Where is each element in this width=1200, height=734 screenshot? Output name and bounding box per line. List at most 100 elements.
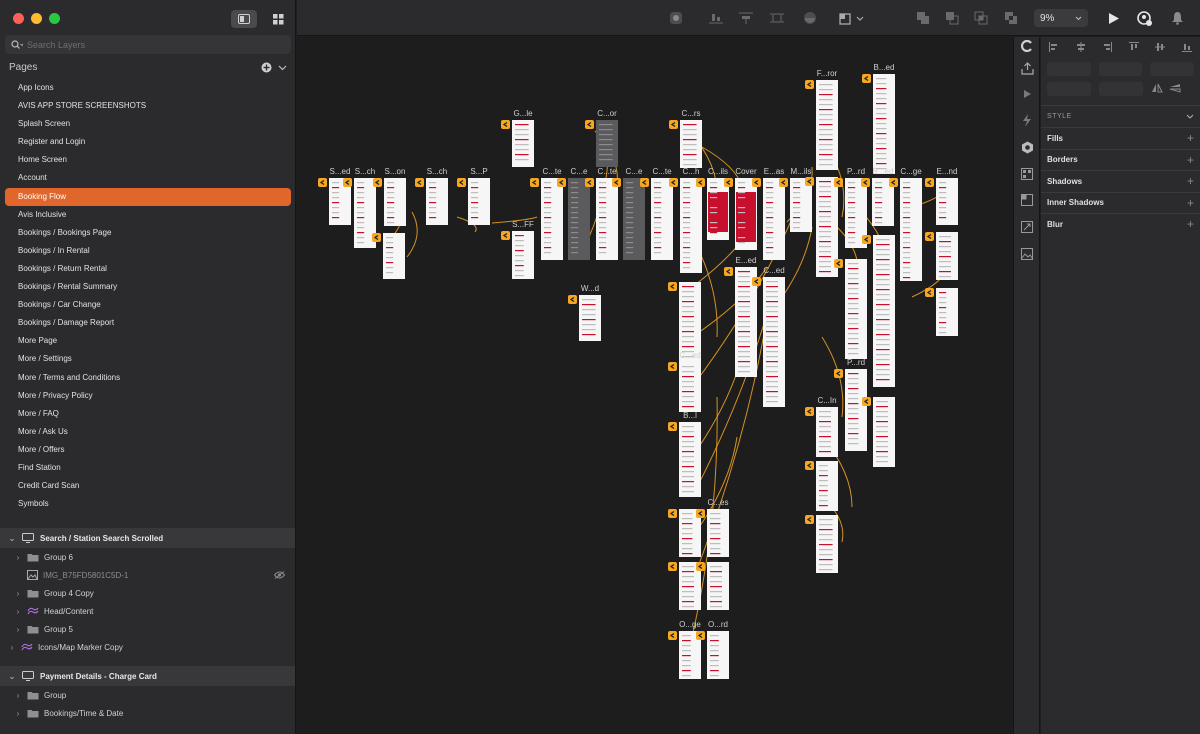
artboard-thumbnail[interactable] — [845, 259, 867, 359]
flow-hotspot-marker[interactable] — [779, 178, 788, 187]
flow-hotspot-marker[interactable] — [752, 178, 761, 187]
design-canvas[interactable]: S...ed S...ch S...on S...ch S...P G...le C...o… — [297, 37, 1013, 734]
add-page-icon[interactable] — [261, 62, 272, 73]
chevron-right-icon[interactable]: › — [14, 625, 22, 634]
flow-hotspot-marker[interactable] — [585, 120, 594, 129]
flow-hotspot-marker[interactable] — [668, 362, 677, 371]
page-item[interactable]: More / Settings — [5, 350, 291, 368]
align-bottom-icon[interactable] — [1181, 42, 1192, 52]
flow-hotspot-marker[interactable] — [805, 515, 814, 524]
artboard-thumbnail[interactable] — [735, 178, 757, 250]
artboard-thumbnail[interactable] — [707, 509, 729, 557]
layer-list-view-icon[interactable] — [231, 10, 257, 28]
rotation-field[interactable] — [1150, 62, 1195, 76]
page-item[interactable]: Bookings / Car Change — [5, 296, 291, 314]
mask-icon[interactable] — [802, 10, 818, 26]
chevron-down-icon[interactable] — [852, 11, 868, 27]
flow-hotspot-marker[interactable] — [834, 369, 843, 378]
page-item[interactable]: Find Station — [5, 459, 291, 477]
flow-hotspot-marker[interactable] — [925, 178, 934, 187]
chevron-down-icon[interactable]: ⌄ — [8, 534, 16, 543]
zoom-level-select[interactable]: 9% — [1034, 9, 1088, 27]
page-item[interactable]: Bookings / In Rental — [5, 242, 291, 260]
flow-hotspot-marker[interactable] — [805, 80, 814, 89]
flow-hotspot-marker[interactable] — [696, 509, 705, 518]
artboard-thumbnail[interactable] — [596, 120, 618, 167]
cloud-user-icon[interactable] — [1136, 10, 1152, 26]
chevron-right-icon[interactable]: › — [14, 691, 22, 700]
artboard-thumbnail[interactable] — [707, 178, 729, 240]
artboard-layer[interactable]: ⌄ Search / Station Search Scrolled — [0, 528, 295, 548]
x-position-field[interactable] — [1047, 62, 1091, 76]
flow-hotspot-marker[interactable] — [640, 178, 649, 187]
artboard-thumbnail[interactable] — [936, 178, 958, 225]
flow-hotspot-marker[interactable] — [862, 74, 871, 83]
flow-hotspot-marker[interactable] — [668, 509, 677, 518]
page-item[interactable]: Home Screen — [5, 151, 291, 169]
align-left-icon[interactable] — [1049, 42, 1059, 52]
layer-row[interactable]: › Bookings/Time & Date — [0, 704, 295, 722]
flow-hotspot-marker[interactable] — [669, 178, 678, 187]
flow-hotspot-marker[interactable] — [557, 178, 566, 187]
transform-icon[interactable] — [1020, 220, 1034, 234]
style-row-fills[interactable]: Fills + — [1041, 127, 1200, 149]
y-position-field[interactable] — [1098, 62, 1143, 76]
flow-hotspot-marker[interactable] — [373, 178, 382, 187]
artboard-overview[interactable]: S...ed S...ch S...on S...ch S...P G...le C...o… — [297, 37, 1013, 734]
zoom-window-button[interactable] — [49, 13, 60, 24]
add-plus-icon[interactable]: + — [1187, 174, 1194, 188]
chevron-down-icon[interactable]: ⌄ — [8, 672, 16, 681]
add-plus-icon[interactable]: + — [1187, 196, 1194, 210]
flip-vertical-icon[interactable] — [1169, 83, 1181, 96]
close-window-button[interactable] — [13, 13, 24, 24]
artboard-thumbnail[interactable] — [873, 74, 895, 174]
artboard-thumbnail[interactable] — [426, 178, 448, 225]
artboard-thumbnail[interactable] — [816, 515, 838, 573]
style-row-blur[interactable]: Blur + — [1041, 213, 1200, 235]
layer-row[interactable]: › Group 4 Copy — [0, 584, 295, 602]
chevron-right-icon[interactable]: › — [14, 553, 22, 562]
layer-row[interactable]: › Group 6 — [0, 548, 295, 566]
width-field[interactable] — [1047, 82, 1091, 96]
artboard-thumbnail[interactable] — [763, 277, 785, 407]
flow-hotspot-marker[interactable] — [696, 178, 705, 187]
artboard-thumbnail[interactable] — [623, 178, 645, 260]
bolt-icon[interactable] — [1020, 113, 1034, 127]
artboard-thumbnail[interactable] — [579, 295, 601, 341]
flow-hotspot-marker[interactable] — [724, 178, 733, 187]
notifications-bell-icon[interactable] — [1169, 10, 1185, 26]
flow-hotspot-marker[interactable] — [668, 282, 677, 291]
chevron-right-icon[interactable]: › — [14, 589, 22, 598]
search-layers-input[interactable] — [27, 39, 267, 50]
align-bottom-icon[interactable] — [708, 10, 724, 26]
page-item[interactable]: Symbols — [5, 495, 291, 513]
flow-hotspot-marker[interactable] — [752, 277, 761, 286]
layer-row[interactable]: › Group 5 — [0, 620, 295, 638]
layer-row[interactable]: › Icons/Map Marker Copy — [0, 638, 295, 656]
hidden-eye-icon[interactable] — [274, 571, 285, 579]
artboard-thumbnail[interactable] — [383, 233, 405, 279]
subtract-icon[interactable] — [944, 10, 960, 26]
artboard-thumbnail[interactable] — [816, 407, 838, 457]
page-item[interactable]: Bookings / Bookings Page — [5, 224, 291, 242]
artboard-layer[interactable]: ⌄ Payment Details - Charge Card — [0, 666, 295, 686]
artboard-thumbnail[interactable] — [936, 232, 958, 280]
flow-hotspot-marker[interactable] — [530, 178, 539, 187]
add-plus-icon[interactable]: + — [1187, 153, 1194, 167]
flow-hotspot-marker[interactable] — [925, 232, 934, 241]
chevron-right-icon[interactable]: › — [14, 709, 22, 718]
artboard-thumbnail[interactable] — [679, 422, 701, 497]
flow-hotspot-marker[interactable] — [889, 178, 898, 187]
artboard-thumbnail[interactable] — [763, 178, 785, 260]
artboard-thumbnail[interactable] — [873, 235, 895, 387]
flow-hotspot-marker[interactable] — [668, 562, 677, 571]
artboard-thumbnail[interactable] — [900, 178, 922, 281]
flow-hotspot-marker[interactable] — [612, 178, 621, 187]
intersect-icon[interactable] — [973, 10, 989, 26]
flow-hotspot-marker[interactable] — [862, 235, 871, 244]
flow-hotspot-marker[interactable] — [805, 461, 814, 470]
artboard-thumbnail[interactable] — [936, 288, 958, 336]
align-right-icon[interactable] — [1102, 42, 1113, 52]
align-center-icon[interactable] — [1076, 42, 1086, 52]
artboard-thumbnail[interactable] — [568, 178, 590, 260]
